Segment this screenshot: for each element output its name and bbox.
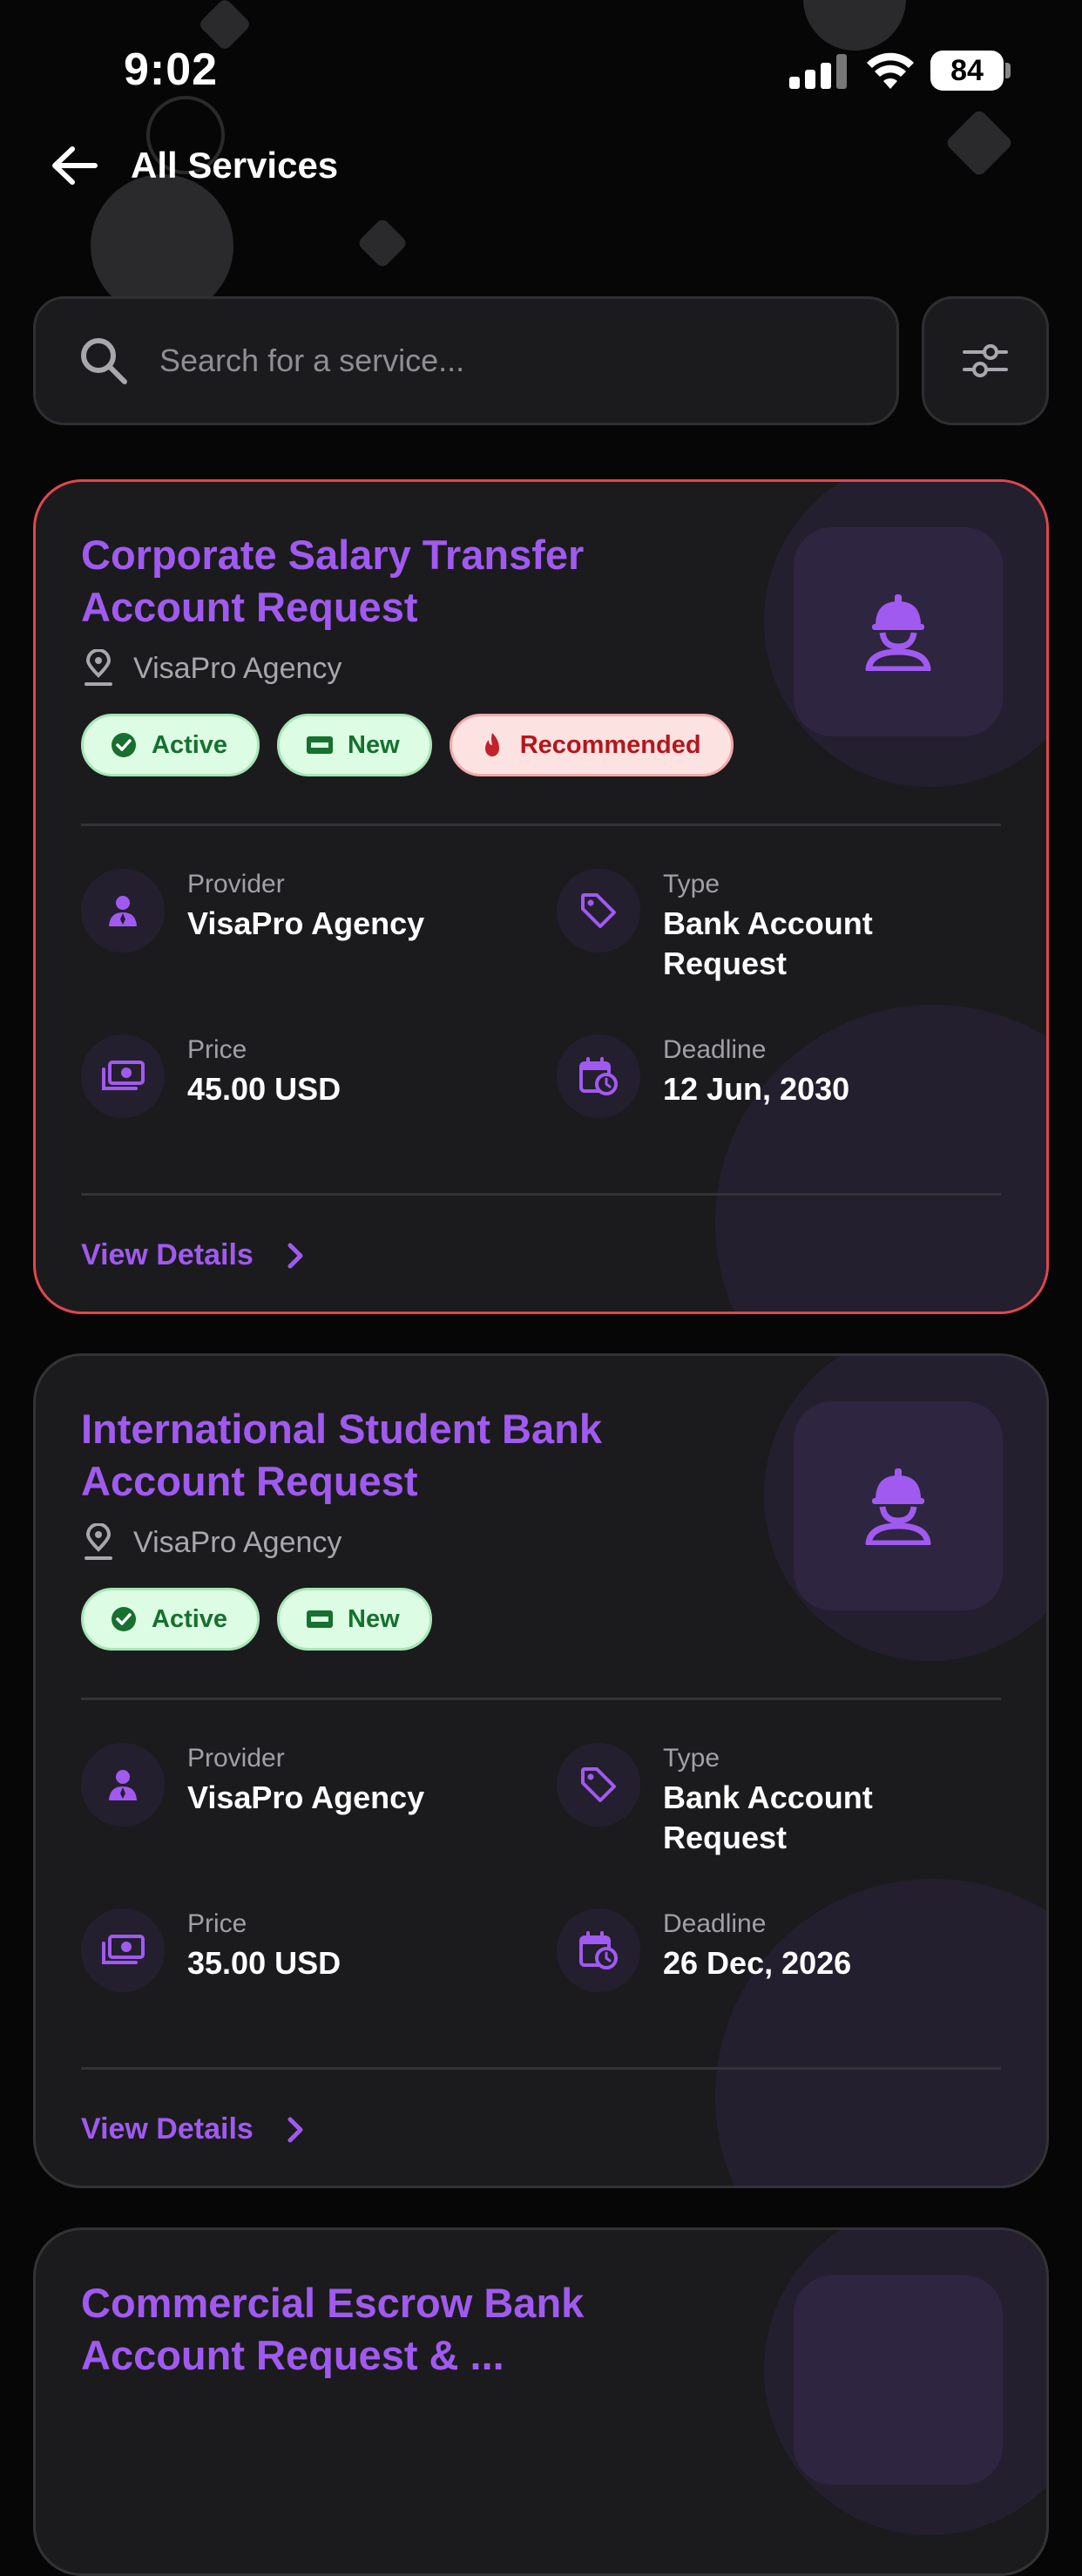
- divider: [81, 1698, 1001, 1700]
- service-icon-tile: [794, 2275, 1003, 2484]
- type-value: Bank Account Request: [663, 905, 873, 981]
- type-value: Bank Account Request: [663, 1779, 873, 1855]
- arrow-left-icon[interactable]: [47, 139, 101, 193]
- bg-decoration: [356, 217, 409, 269]
- sliders-icon: [963, 344, 1008, 377]
- card-title: International Student Bank Account Reque…: [81, 1406, 602, 1504]
- page-title: All Services: [131, 145, 339, 186]
- card-title: Corporate Salary Transfer Account Reques…: [81, 532, 585, 630]
- provider-label: Provider: [187, 870, 285, 898]
- user-tie-icon: [105, 1767, 140, 1802]
- service-card[interactable]: International Student Bank Account Reque…: [33, 1353, 1049, 2188]
- type-label: Type: [663, 1744, 720, 1773]
- divider: [81, 2067, 1001, 2070]
- location-text: VisaPro Agency: [133, 651, 342, 685]
- cash-icon: [101, 1059, 145, 1094]
- user-tie-icon: [105, 893, 140, 928]
- map-pin-icon: [81, 1523, 116, 1562]
- divider: [81, 824, 1001, 826]
- service-icon-tile: [794, 1401, 1003, 1610]
- active-badge: Active: [81, 714, 260, 776]
- calendar-clock-icon: [578, 1930, 619, 1970]
- view-details-label: View Details: [81, 2112, 254, 2146]
- chevron-right-icon: [280, 1240, 311, 1271]
- price-label: Price: [187, 1909, 247, 1938]
- deadline-value: 12 Jun, 2030: [663, 1071, 850, 1107]
- deadline-info: Deadline 26 Dec, 2026: [557, 1908, 924, 1992]
- deadline-label: Deadline: [663, 1035, 767, 1064]
- worker-helmet-icon: [863, 1467, 933, 1545]
- provider-info: Provider VisaPro Agency: [81, 1743, 449, 1827]
- recommended-badge: Recommended: [449, 714, 734, 776]
- fire-icon: [478, 731, 506, 759]
- cash-icon: [101, 1933, 145, 1968]
- price-value: 45.00 USD: [187, 1071, 342, 1107]
- view-details-link[interactable]: View Details: [81, 2112, 311, 2146]
- provider-value: VisaPro Agency: [187, 905, 425, 941]
- card-title: Commercial Escrow Bank Account Request &…: [81, 2280, 585, 2378]
- chevron-right-icon: [280, 2114, 311, 2146]
- battery-level: 84: [930, 51, 1004, 91]
- service-card[interactable]: Corporate Salary Transfer Account Reques…: [33, 479, 1049, 1314]
- check-circle-icon: [110, 1605, 138, 1633]
- deadline-info: Deadline 12 Jun, 2030: [557, 1034, 924, 1118]
- search-icon: [81, 338, 127, 384]
- deadline-value: 26 Dec, 2026: [663, 1945, 852, 1981]
- type-label: Type: [663, 870, 720, 898]
- badge-list: Active New: [81, 1588, 432, 1651]
- tag-icon: [579, 1766, 618, 1804]
- active-badge: Active: [81, 1588, 260, 1651]
- provider-value: VisaPro Agency: [187, 1779, 425, 1815]
- type-info: Type Bank Account Request: [557, 1743, 924, 1858]
- worker-helmet-icon: [863, 593, 933, 671]
- search-bar[interactable]: [33, 296, 899, 425]
- status-time: 9:02: [124, 44, 219, 95]
- view-details-link[interactable]: View Details: [81, 1238, 311, 1272]
- battery-icon: 84: [930, 51, 1011, 91]
- service-card[interactable]: Commercial Escrow Bank Account Request &…: [33, 2227, 1049, 2576]
- view-details-label: View Details: [81, 1238, 254, 1271]
- status-bar: 9:02 84: [0, 0, 1082, 139]
- card-location: VisaPro Agency: [81, 1523, 342, 1562]
- calendar-clock-icon: [578, 1056, 619, 1096]
- search-input[interactable]: [158, 342, 896, 380]
- type-info: Type Bank Account Request: [557, 869, 924, 984]
- filter-button[interactable]: [922, 296, 1049, 425]
- new-badge: New: [277, 714, 432, 776]
- price-info: Price 35.00 USD: [81, 1908, 449, 1992]
- provider-label: Provider: [187, 1744, 285, 1773]
- provider-info: Provider VisaPro Agency: [81, 869, 449, 952]
- new-icon: [306, 731, 334, 759]
- map-pin-icon: [81, 649, 116, 688]
- deadline-label: Deadline: [663, 1909, 767, 1938]
- header: All Services: [47, 131, 338, 200]
- tag-icon: [579, 891, 618, 930]
- price-info: Price 45.00 USD: [81, 1034, 449, 1118]
- price-label: Price: [187, 1035, 247, 1064]
- service-icon-tile: [794, 527, 1003, 736]
- card-location: VisaPro Agency: [81, 649, 342, 688]
- wifi-icon: [867, 52, 914, 89]
- new-icon: [306, 1605, 334, 1633]
- new-badge: New: [277, 1588, 432, 1651]
- location-text: VisaPro Agency: [133, 1525, 342, 1559]
- price-value: 35.00 USD: [187, 1945, 342, 1981]
- badge-list: Active New Recommended: [81, 714, 734, 776]
- divider: [81, 1193, 1001, 1196]
- cellular-signal-icon: [789, 54, 847, 89]
- check-circle-icon: [110, 731, 138, 759]
